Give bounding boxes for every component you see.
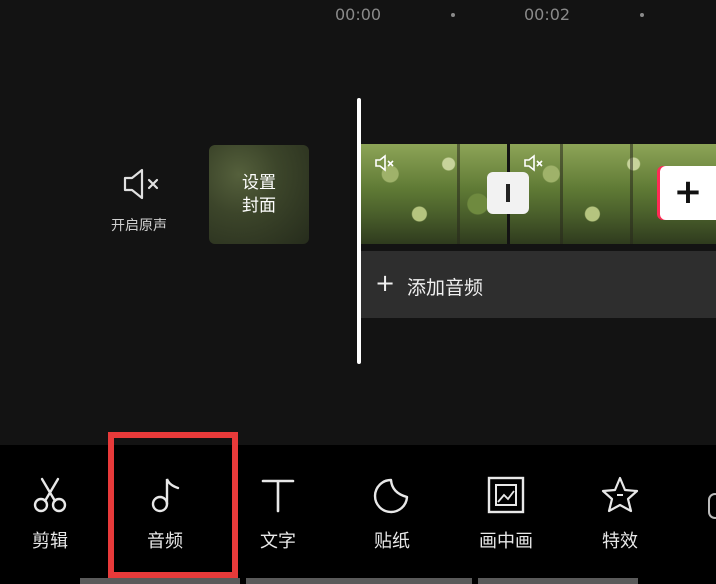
speaker-mute-icon	[123, 168, 159, 200]
cover-label-line2: 封面	[242, 196, 276, 216]
add-audio-button[interactable]: + 添加音频	[361, 251, 716, 318]
set-cover-button[interactable]: 设置 封面	[209, 145, 309, 244]
scroll-indicator	[478, 578, 638, 584]
picture-in-picture-icon	[487, 476, 525, 514]
tool-sticker-label: 贴纸	[374, 531, 410, 552]
timeline-area: 00:00 00:02 开启原声 设置 封面 + + 添加音频	[0, 0, 716, 445]
tool-pip-label: 画中画	[479, 531, 533, 552]
tool-more[interactable]	[684, 445, 716, 575]
tool-text[interactable]: 文字	[228, 445, 328, 575]
add-audio-label: 添加音频	[407, 277, 484, 299]
tool-effects[interactable]: 特效	[570, 445, 670, 575]
scroll-indicator	[246, 578, 472, 584]
transition-icon	[506, 184, 510, 202]
star-effect-icon	[601, 476, 639, 513]
text-icon	[261, 479, 295, 513]
original-sound-toggle[interactable]: 开启原声	[100, 165, 178, 240]
plus-icon: +	[673, 172, 703, 212]
playhead[interactable]	[357, 98, 361, 364]
tool-sticker[interactable]: 贴纸	[342, 445, 442, 575]
time-ruler-dot	[640, 13, 644, 17]
transition-button[interactable]	[487, 172, 529, 214]
tool-text-label: 文字	[260, 531, 296, 552]
tool-edit-label: 剪辑	[32, 531, 68, 552]
time-ruler-dot	[451, 13, 455, 17]
time-ruler-start: 00:00	[335, 5, 382, 24]
original-sound-label: 开启原声	[111, 218, 167, 234]
add-clip-button[interactable]: +	[660, 166, 716, 220]
plus-icon: +	[375, 269, 396, 297]
clip-mute-icon	[375, 154, 394, 172]
cover-label-line1: 设置	[242, 173, 276, 193]
scissors-icon	[33, 477, 67, 513]
tool-edit[interactable]: 剪辑	[0, 445, 100, 575]
tool-effects-label: 特效	[602, 531, 638, 552]
sticker-icon	[373, 478, 409, 514]
partial-tool-icon	[708, 493, 716, 519]
video-clip[interactable]	[361, 144, 507, 244]
scroll-indicator	[80, 578, 240, 584]
time-ruler-next: 00:02	[524, 5, 571, 24]
selected-tool-highlight	[108, 432, 238, 578]
clip-mute-icon	[524, 154, 543, 172]
tool-pip[interactable]: 画中画	[456, 445, 556, 575]
